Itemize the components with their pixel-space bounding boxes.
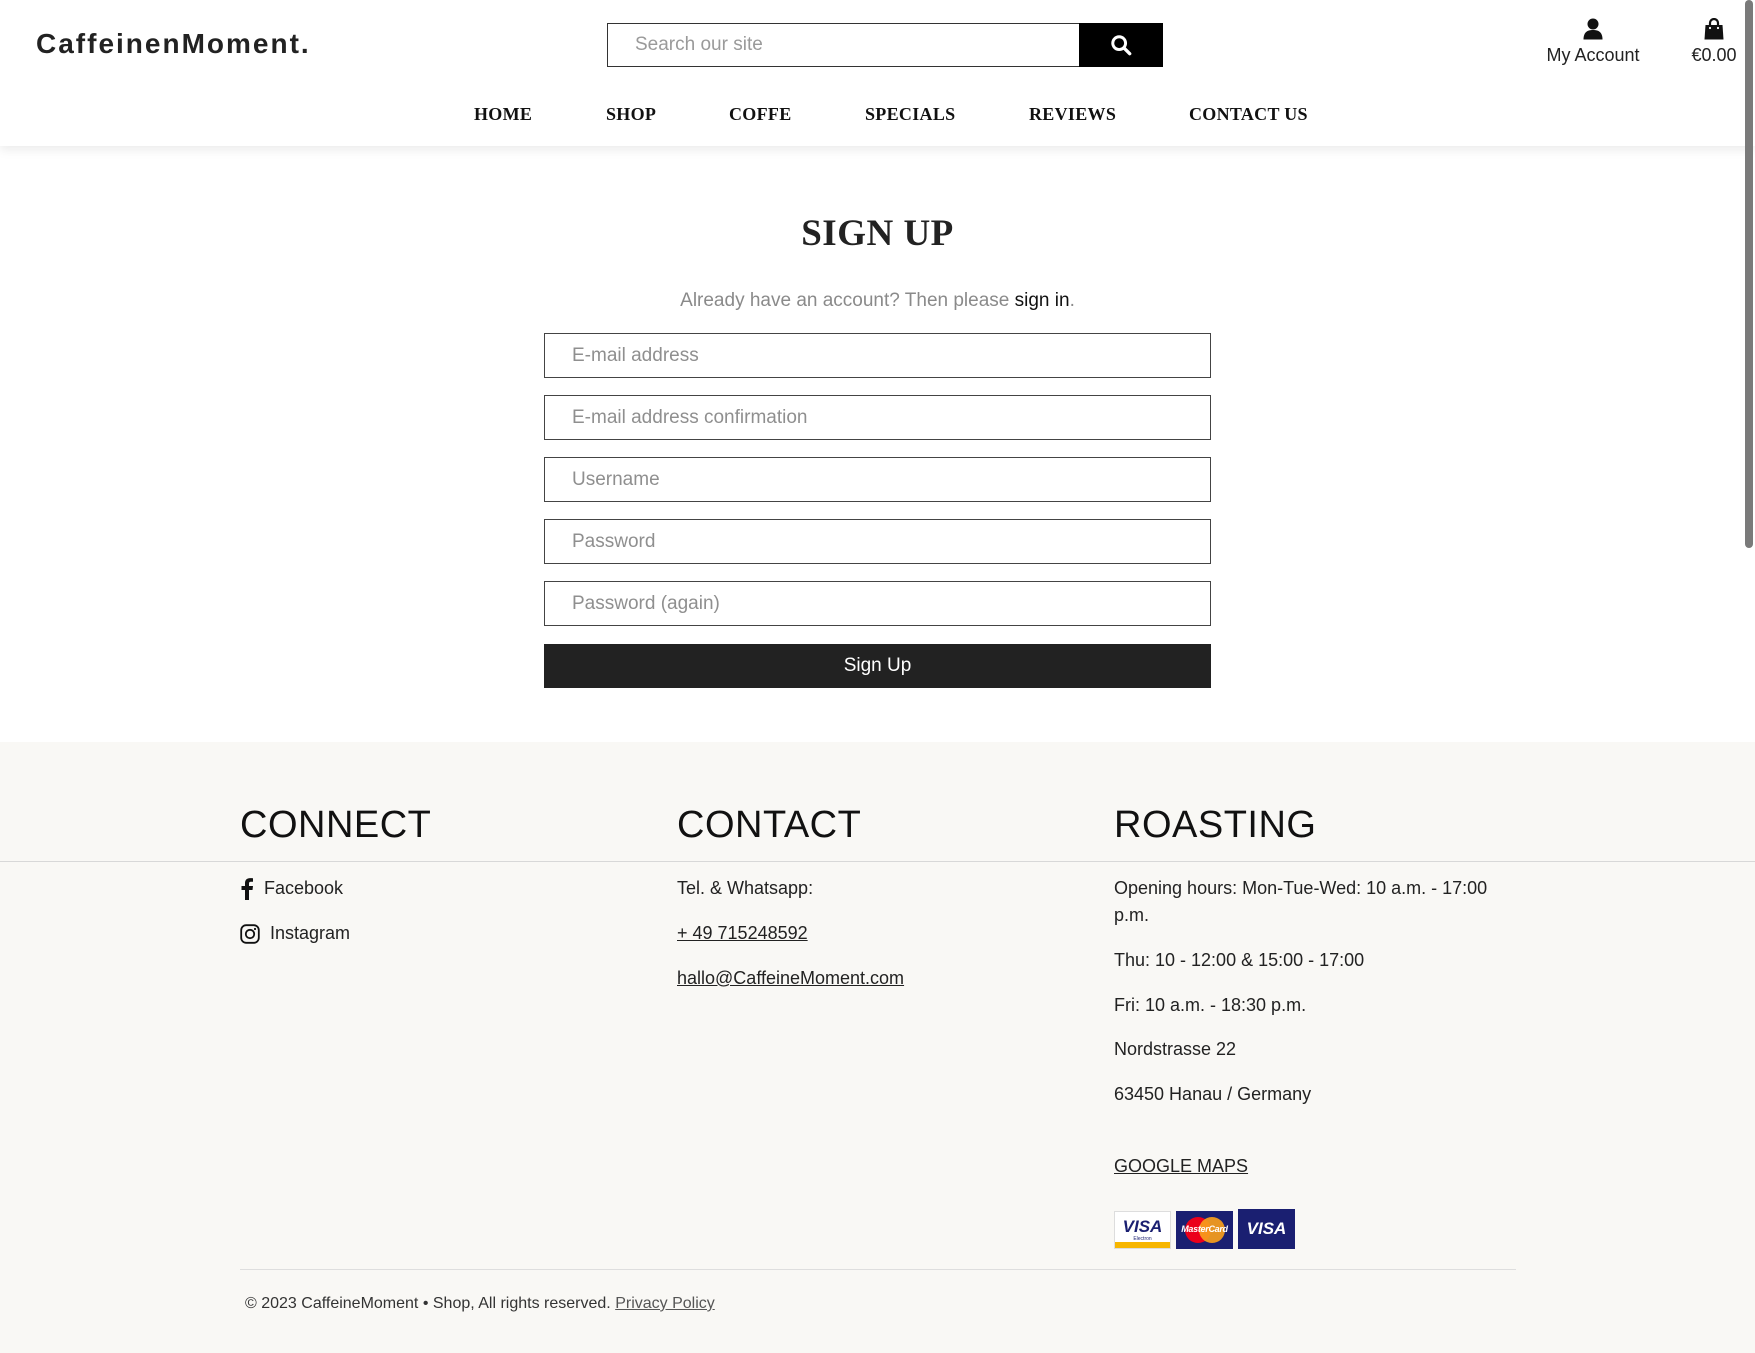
search-icon	[1111, 35, 1132, 56]
copyright-divider	[240, 1269, 1516, 1270]
hours-friday: Fri: 10 a.m. - 18:30 p.m.	[1114, 995, 1307, 1015]
contact-heading: CONTACT	[677, 804, 862, 846]
tel-label: Tel. & Whatsapp:	[677, 878, 814, 898]
facebook-icon	[241, 877, 253, 900]
search-bar	[607, 23, 1163, 67]
sign-in-link[interactable]: sign in	[1015, 290, 1070, 311]
visa-electron-card: VISA Electron	[1114, 1211, 1171, 1249]
site-footer: CONNECT CONTACT ROASTING Facebook Instag…	[0, 742, 1755, 1353]
email-confirm-field[interactable]	[544, 395, 1211, 440]
phone-item: + 49 715248592	[677, 920, 808, 947]
roasting-heading: ROASTING	[1114, 804, 1317, 846]
page-scrollbar[interactable]	[1745, 0, 1753, 548]
maps-item: GOOGLE MAPS	[1114, 1153, 1248, 1180]
mastercard-card: MasterCard	[1176, 1211, 1233, 1249]
address-street: Nordstrasse 22	[1114, 1039, 1237, 1059]
google-maps-link[interactable]: GOOGLE MAPS	[1114, 1156, 1248, 1176]
nav-item-reviews[interactable]: REVIEWS	[1029, 104, 1116, 125]
email-field[interactable]	[544, 333, 1211, 378]
my-account-link[interactable]: My Account	[1538, 18, 1648, 66]
site-logo[interactable]: CaffeinenMoment.	[36, 28, 311, 60]
opening-hours: Opening hours: Mon-Tue-Wed: 10 a.m. - 17…	[1114, 878, 1488, 925]
privacy-policy-link[interactable]: Privacy Policy	[615, 1295, 715, 1312]
copyright-line: © 2023 CaffeineMoment • Shop, All rights…	[245, 1295, 715, 1313]
connect-heading: CONNECT	[240, 804, 432, 846]
visa-card: VISA	[1238, 1209, 1295, 1249]
password-field[interactable]	[544, 519, 1211, 564]
page-title: SIGN UP	[801, 213, 954, 254]
copyright-text: © 2023 CaffeineMoment • Shop, All rights…	[245, 1295, 611, 1312]
nav-item-contact-us[interactable]: CONTACT US	[1189, 104, 1308, 125]
signin-prompt-period: .	[1069, 290, 1075, 311]
email-item: hallo@CaffeineMoment.com	[677, 965, 904, 992]
address-city: 63450 Hanau / Germany	[1114, 1084, 1312, 1104]
facebook-link[interactable]: Facebook	[240, 875, 343, 902]
nav-item-shop[interactable]: SHOP	[606, 104, 656, 125]
cart-total: €0.00	[1691, 45, 1737, 65]
instagram-link[interactable]: Instagram	[240, 920, 350, 947]
my-account-label: My Account	[1546, 45, 1640, 65]
search-button[interactable]	[1079, 23, 1163, 67]
sign-up-button[interactable]: Sign Up	[544, 644, 1211, 688]
username-field[interactable]	[544, 457, 1211, 502]
mastercard-logo: MasterCard	[1181, 1224, 1228, 1234]
signin-prompt-text: Already have an account? Then please	[680, 290, 1015, 311]
search-input[interactable]	[607, 23, 1080, 67]
nav-item-specials[interactable]: SPECIALS	[865, 104, 955, 125]
facebook-label: Facebook	[264, 878, 344, 898]
footer-divider	[0, 861, 1755, 862]
hours-thursday: Thu: 10 - 12:00 & 15:00 - 17:00	[1114, 950, 1365, 970]
visa-logo: VISA	[1246, 1219, 1287, 1238]
email-link[interactable]: hallo@CaffeineMoment.com	[677, 968, 904, 988]
site-header: CaffeinenMoment. My Account €0.00	[0, 0, 1755, 146]
nav-item-home[interactable]: HOME	[474, 104, 532, 125]
cart-link[interactable]: €0.00	[1682, 17, 1746, 66]
phone-link[interactable]: + 49 715248592	[677, 923, 808, 943]
instagram-label: Instagram	[270, 923, 351, 943]
instagram-icon	[240, 923, 260, 944]
user-icon	[1538, 18, 1648, 42]
password-again-field[interactable]	[544, 581, 1211, 626]
payment-cards: VISA Electron MasterCard VISA	[1114, 1209, 1295, 1249]
signin-prompt: Already have an account? Then please sig…	[0, 290, 1755, 312]
nav-item-coffe[interactable]: COFFE	[729, 104, 792, 125]
shopping-bag-icon	[1682, 17, 1746, 42]
visa-electron-logo: VISA	[1122, 1217, 1163, 1236]
